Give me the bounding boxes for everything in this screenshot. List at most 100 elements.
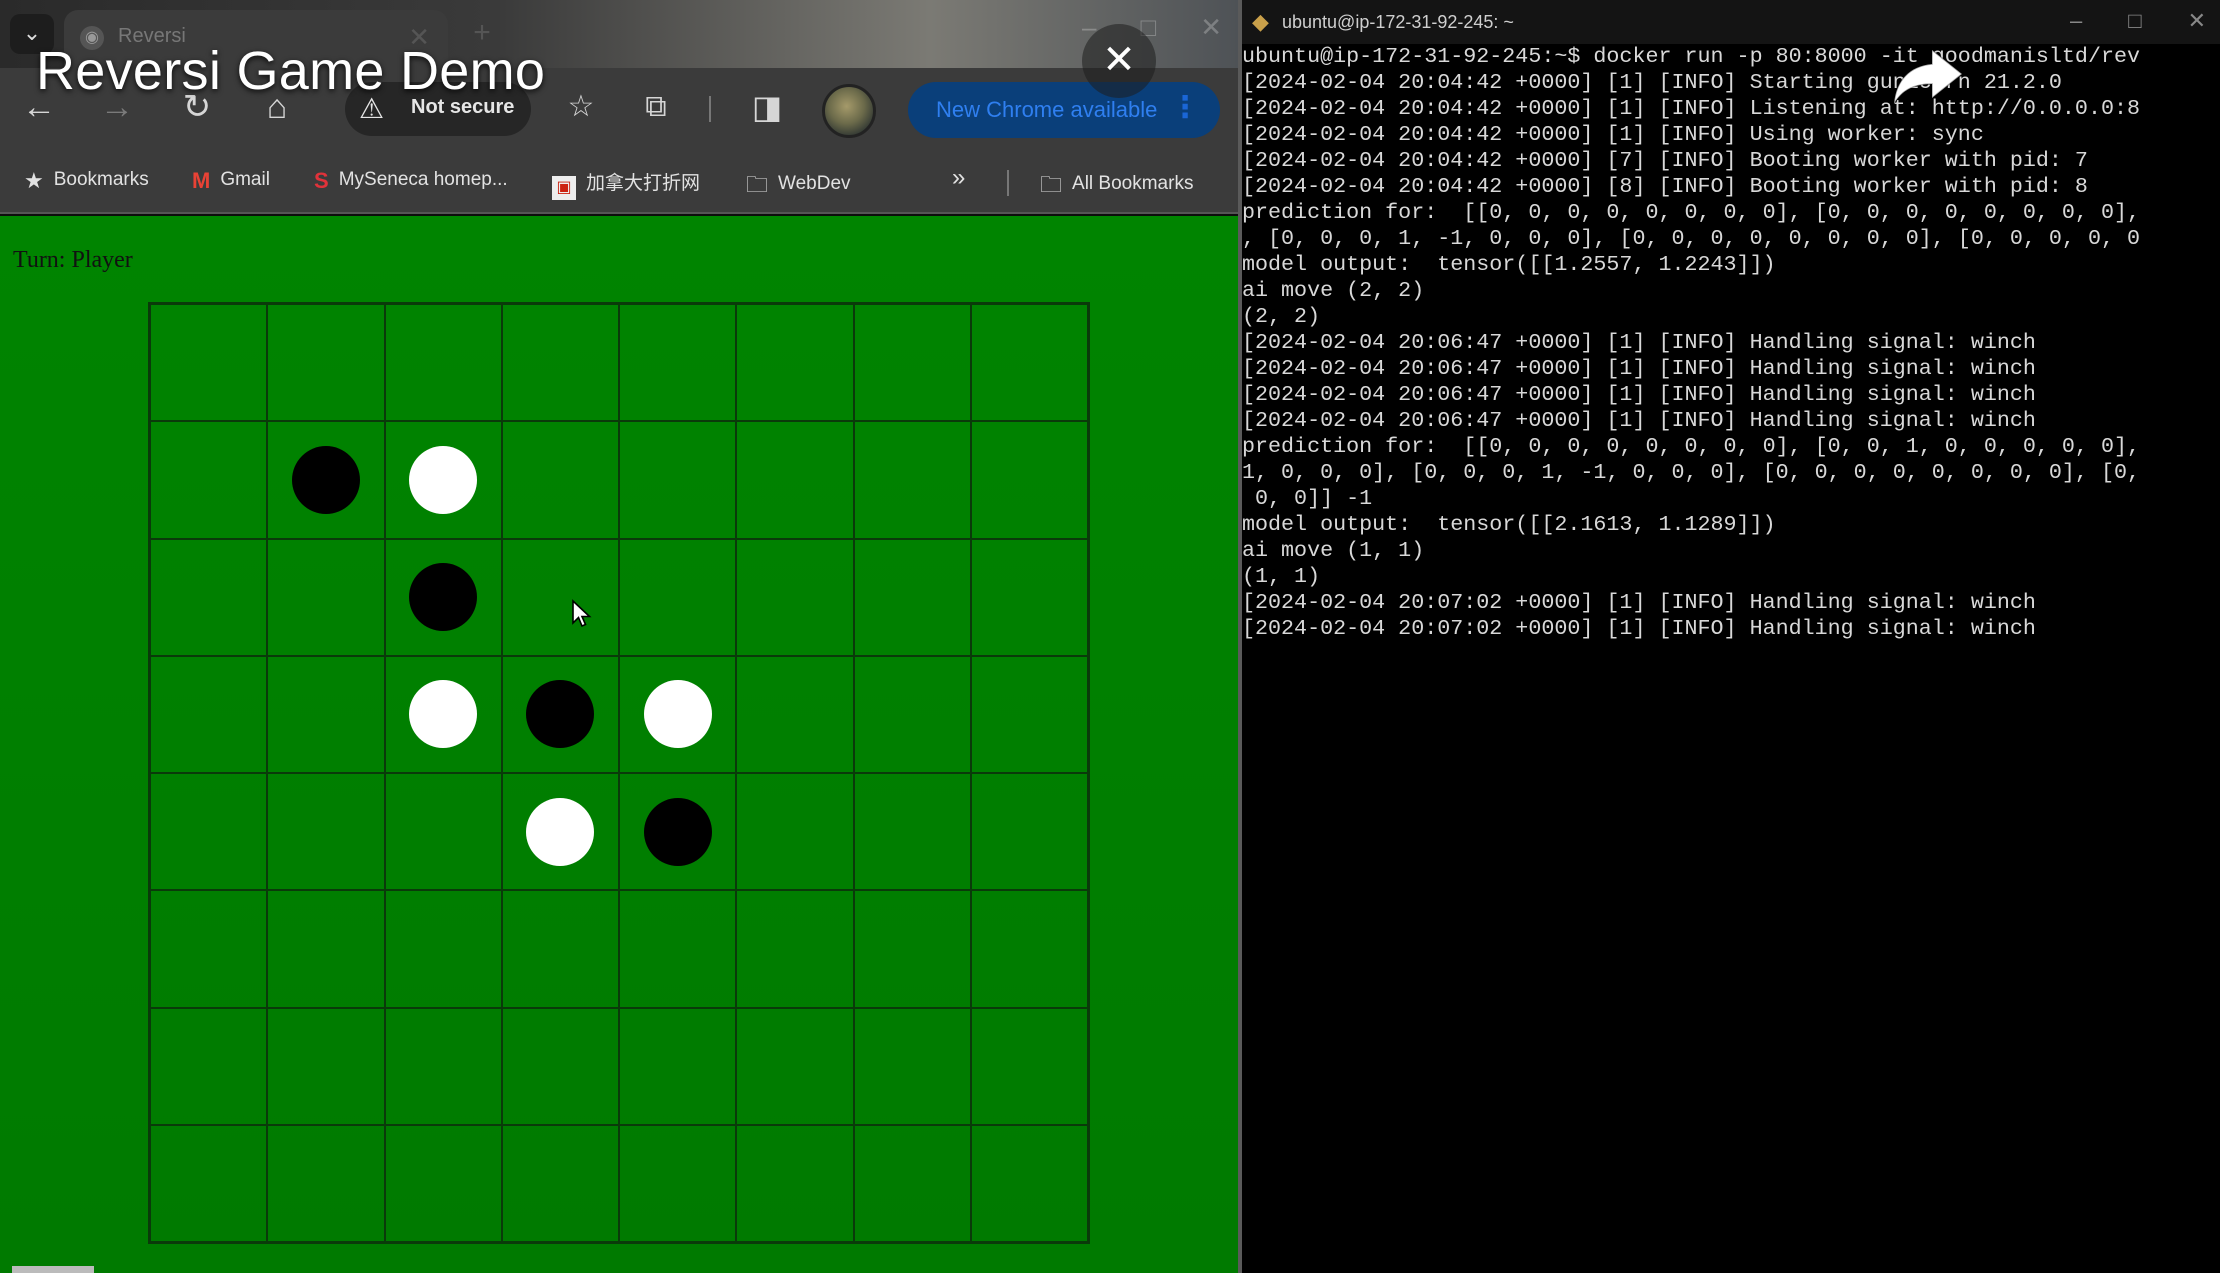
board-cell[interactable] (619, 655, 737, 773)
board-cell[interactable] (619, 1007, 737, 1125)
board-cell[interactable] (150, 1124, 268, 1242)
board-cell[interactable] (619, 304, 737, 422)
minimize-icon[interactable]: – (2070, 8, 2082, 34)
close-icon[interactable]: ✕ (1200, 12, 1222, 43)
bookmark-label: 加拿大打折网 (586, 173, 701, 194)
board-cell[interactable] (970, 304, 1088, 422)
board-cell[interactable] (853, 421, 971, 539)
board-cell[interactable] (736, 655, 854, 773)
board-cell[interactable] (970, 773, 1088, 891)
extensions-icon[interactable]: ⧉ (633, 84, 679, 130)
bookmark-bookmarks[interactable]: ★ Bookmarks (24, 168, 149, 194)
bookmark-label: WebDev (778, 173, 851, 194)
board-cell[interactable] (619, 773, 737, 891)
board-cell[interactable] (970, 1007, 1088, 1125)
bookmark-label: Bookmarks (53, 169, 149, 190)
bookmark-gmail[interactable]: M Gmail (192, 168, 270, 194)
board-cell[interactable] (501, 1007, 619, 1125)
terminal-line: , [0, 0, 0, 1, -1, 0, 0, 0], [0, 0, 0, 0… (1242, 226, 2141, 251)
board-cell[interactable] (150, 890, 268, 1008)
bookmark-star-icon[interactable]: ☆ (558, 84, 604, 130)
board-cell[interactable] (501, 1124, 619, 1242)
board-cell[interactable] (384, 890, 502, 1008)
board-cell[interactable] (736, 538, 854, 656)
board-cell[interactable] (970, 1124, 1088, 1242)
terminal-line: (2, 2) (1242, 304, 1321, 329)
board-cell[interactable] (501, 773, 619, 891)
board-cell[interactable] (853, 1007, 971, 1125)
board-cell[interactable] (970, 538, 1088, 656)
scrollbar-thumb[interactable] (12, 1266, 94, 1273)
board-cell[interactable] (267, 421, 385, 539)
board-cell[interactable] (853, 538, 971, 656)
board-cell[interactable] (736, 1007, 854, 1125)
terminal-window: ◆ ubuntu@ip-172-31-92-245: ~ – □ ✕ ubunt… (1242, 0, 2220, 1273)
board-cell[interactable] (150, 655, 268, 773)
board-cell[interactable] (384, 421, 502, 539)
board-cell[interactable] (970, 890, 1088, 1008)
board-cell[interactable] (384, 1007, 502, 1125)
close-icon[interactable]: ✕ (2188, 8, 2206, 34)
board-cell[interactable] (619, 890, 737, 1008)
board-cell[interactable] (853, 773, 971, 891)
new-chrome-available-button[interactable]: New Chrome available ⋮ (908, 82, 1220, 138)
board-cell[interactable] (384, 655, 502, 773)
board-cell[interactable] (736, 773, 854, 891)
profile-avatar[interactable] (822, 84, 876, 138)
board-cell[interactable] (970, 421, 1088, 539)
board-cell[interactable] (267, 890, 385, 1008)
board-cell[interactable] (267, 1007, 385, 1125)
board-cell[interactable] (150, 1007, 268, 1125)
board-cell[interactable] (501, 538, 619, 656)
board-cell[interactable] (384, 773, 502, 891)
board-cell[interactable] (853, 1124, 971, 1242)
board-cell[interactable] (501, 890, 619, 1008)
black-disc (409, 563, 478, 632)
site-favicon: ▣ (552, 176, 576, 200)
bookmark-webdev[interactable]: 🗀 WebDev (746, 168, 851, 206)
board-cell[interactable] (150, 304, 268, 422)
board-cell[interactable] (736, 421, 854, 539)
all-bookmarks-folder[interactable]: 🗀 All Bookmarks (1040, 168, 1193, 206)
board-cell[interactable] (267, 655, 385, 773)
terminal-line: [2024-02-04 20:04:42 +0000] [1] [INFO] U… (1242, 122, 1984, 147)
board-cell[interactable] (150, 773, 268, 891)
board-cell[interactable] (619, 421, 737, 539)
board-cell[interactable] (619, 1124, 737, 1242)
board-cell[interactable] (970, 655, 1088, 773)
board-cell[interactable] (267, 304, 385, 422)
kebab-menu-icon[interactable]: ⋮ (1170, 90, 1200, 125)
board-cell[interactable] (853, 304, 971, 422)
board-cell[interactable] (267, 773, 385, 891)
board-cell[interactable] (501, 304, 619, 422)
maximize-icon[interactable]: □ (2128, 8, 2141, 34)
board-cell[interactable] (384, 304, 502, 422)
board-cell[interactable] (736, 304, 854, 422)
board-cell[interactable] (384, 1124, 502, 1242)
share-icon[interactable] (1888, 42, 1968, 112)
board-cell[interactable] (267, 1124, 385, 1242)
board-cell[interactable] (501, 421, 619, 539)
bookmark-myseneca[interactable]: S MySeneca homep... (314, 168, 508, 194)
bookmark-deals-site[interactable]: ▣ 加拿大打折网 (552, 168, 700, 200)
video-close-button[interactable]: ✕ (1082, 24, 1156, 98)
browser-window: ⌄ ◉ Reversi ✕ + – □ ✕ Reversi Game Demo … (0, 0, 1240, 1273)
board-cell[interactable] (150, 421, 268, 539)
board-cell[interactable] (619, 538, 737, 656)
black-disc (643, 797, 712, 866)
board-cell[interactable] (736, 890, 854, 1008)
bookmarks-overflow-icon[interactable]: » (952, 164, 965, 192)
terminal-line: [2024-02-04 20:04:42 +0000] [1] [INFO] L… (1242, 96, 2141, 121)
terminal-line: [2024-02-04 20:06:47 +0000] [1] [INFO] H… (1242, 330, 2036, 355)
board-cell[interactable] (267, 538, 385, 656)
terminal-output[interactable]: ubuntu@ip-172-31-92-245:~$ docker run -p… (1242, 44, 2220, 642)
board-cell[interactable] (501, 655, 619, 773)
board-cell[interactable] (150, 538, 268, 656)
turn-indicator: Turn: Player (13, 247, 133, 273)
board-cell[interactable] (736, 1124, 854, 1242)
reversi-page: Turn: Player (0, 216, 1240, 1273)
board-cell[interactable] (853, 890, 971, 1008)
board-cell[interactable] (384, 538, 502, 656)
side-panel-icon[interactable]: ◨ (744, 84, 790, 130)
board-cell[interactable] (853, 655, 971, 773)
